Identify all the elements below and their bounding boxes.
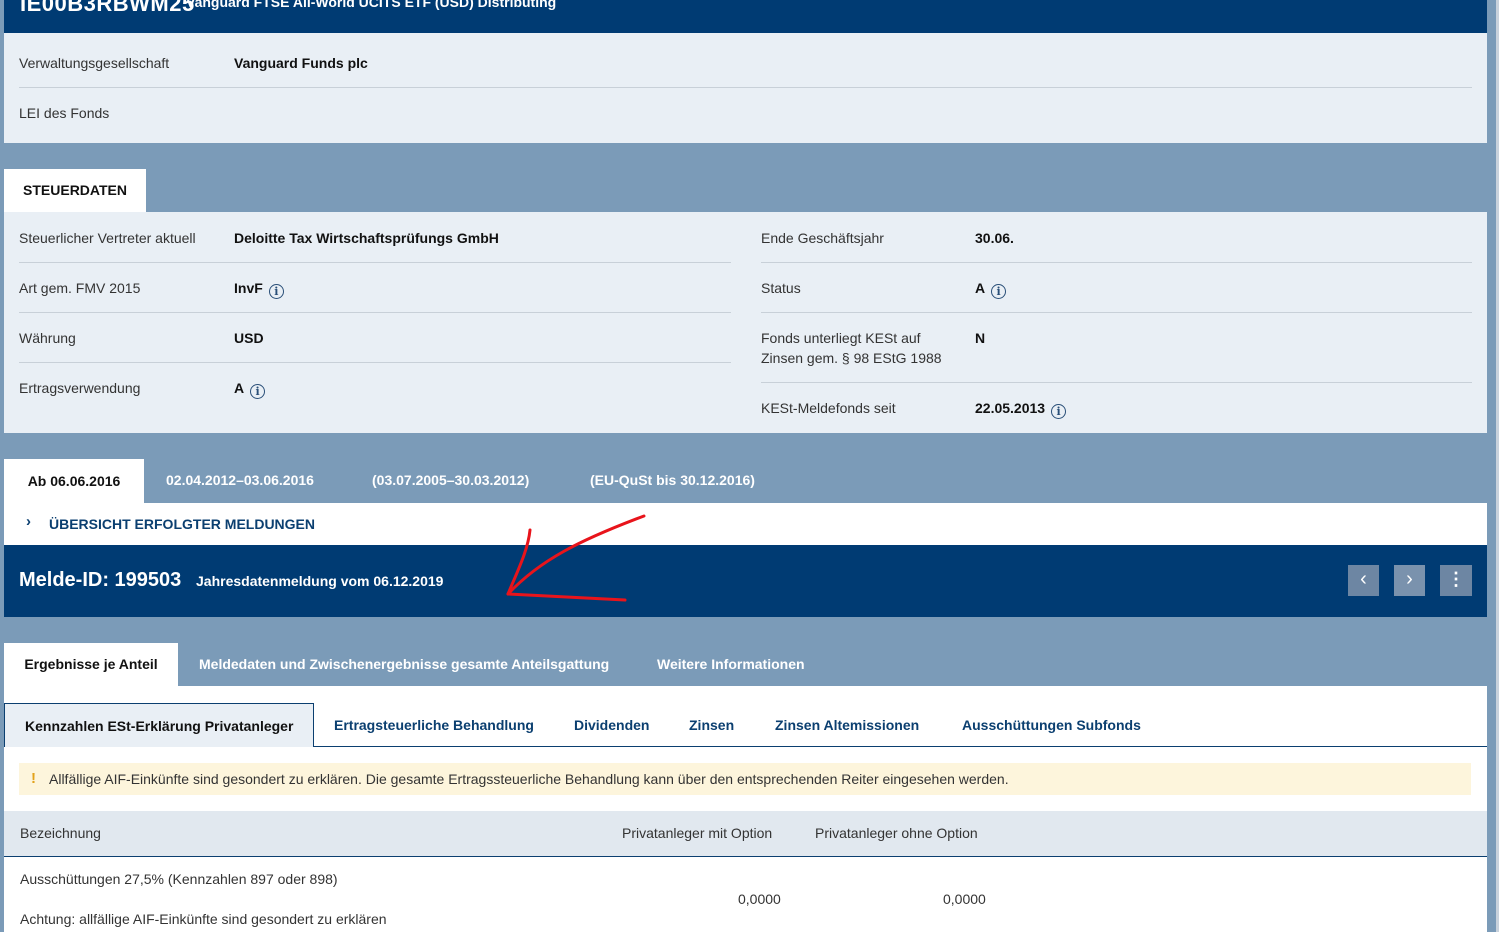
income-usage-field: Ai	[234, 378, 266, 399]
currency-value: USD	[234, 330, 264, 346]
chevron-right-icon: ›	[1406, 568, 1413, 590]
income-usage-value: A	[234, 380, 245, 396]
subtab-dividenden[interactable]: Dividenden	[574, 703, 649, 747]
kest-interest-value: N	[975, 330, 986, 346]
fiscal-year-end-label: Ende Geschäftsjahr	[761, 230, 884, 246]
kebab-menu-icon: ⋮	[1447, 569, 1465, 589]
aif-notice: ! Allfällige AIF-Einkünfte sind gesonder…	[19, 763, 1471, 795]
aif-notice-text: Allfällige AIF-Einkünfte sind gesondert …	[49, 771, 1009, 787]
subtab-zinsen-altemissionen[interactable]: Zinsen Altemissionen	[775, 703, 919, 747]
info-icon[interactable]: i	[1051, 404, 1067, 419]
tab-period-current[interactable]: Ab 06.06.2016	[4, 459, 144, 503]
subtab-ausschuettungen-subfonds[interactable]: Ausschüttungen Subfonds	[962, 703, 1141, 747]
kest-interest-label: Fonds unterliegt KESt auf	[761, 330, 921, 346]
annotation-arrow	[506, 514, 646, 602]
divider	[19, 262, 731, 263]
tax-rep-label: Steuerlicher Vertreter aktuell	[19, 230, 196, 246]
fund-name: Vanguard FTSE All-World UCITS ETF (USD) …	[186, 0, 557, 10]
col-header-without-option: Privatanleger ohne Option	[815, 825, 978, 841]
status-value: A	[975, 280, 986, 296]
row-value-without-option: 0,0000	[943, 891, 986, 907]
info-icon[interactable]: i	[991, 284, 1007, 299]
tab-period-eu-qust[interactable]: (EU-QuSt bis 30.12.2016)	[590, 472, 755, 488]
subtab-ertragsteuerliche-behandlung[interactable]: Ertragsteuerliche Behandlung	[334, 703, 534, 747]
fiscal-year-end-value: 30.06.	[975, 230, 1014, 246]
more-options-button[interactable]: ⋮	[1440, 565, 1472, 596]
subtab-zinsen[interactable]: Zinsen	[689, 703, 734, 747]
tab-period-2012-2016[interactable]: 02.04.2012–03.06.2016	[166, 472, 314, 488]
management-company-value: Vanguard Funds plc	[234, 55, 368, 71]
fund-type-label: Art gem. FMV 2015	[19, 280, 141, 296]
divider	[761, 312, 1472, 313]
table-header: Bezeichnung Privatanleger mit Option Pri…	[4, 811, 1487, 857]
row-label: Ausschüttungen 27,5% (Kennzahlen 897 ode…	[20, 871, 338, 887]
divider	[19, 87, 1472, 88]
general-info-panel: Verwaltungsgesellschaft Vanguard Funds p…	[4, 33, 1487, 143]
warning-icon: !	[31, 770, 36, 787]
row-value-with-option: 0,0000	[738, 891, 781, 907]
overview-link[interactable]: ÜBERSICHT ERFOLGTER MELDUNGEN	[49, 516, 315, 532]
currency-label: Währung	[19, 330, 76, 346]
col-header-bezeichnung: Bezeichnung	[20, 825, 101, 841]
subtab-kennzahlen[interactable]: Kennzahlen ESt-Erklärung Privatanleger	[4, 703, 315, 747]
fund-type-field: InvF i	[234, 278, 284, 299]
col-header-with-option: Privatanleger mit Option	[622, 825, 773, 841]
tax-rep-value: Deloitte Tax Wirtschaftsprüfungs GmbH	[234, 230, 499, 246]
fund-isin: IE00B3RBWM25	[20, 0, 195, 16]
chevron-right-icon: ›	[26, 513, 31, 530]
management-company-label: Verwaltungsgesellschaft	[19, 55, 170, 71]
income-usage-label: Ertragsverwendung	[19, 380, 141, 396]
tax-data-panel: Steuerlicher Vertreter aktuell Deloitte …	[4, 212, 1487, 433]
divider	[19, 362, 731, 363]
row-note: Achtung: allfällige AIF-Einkünfte sind g…	[20, 911, 387, 927]
report-header-bar: Melde-ID: 199503 Jahresdatenmeldung vom …	[4, 545, 1487, 617]
lei-label: LEI des Fonds	[19, 105, 110, 121]
kest-since-value: 22.05.2013	[975, 400, 1046, 416]
info-icon[interactable]: i	[250, 384, 266, 399]
fund-type-value: InvF	[234, 280, 263, 296]
tab-period-2005-2012[interactable]: (03.07.2005–30.03.2012)	[372, 472, 529, 488]
fund-header-bar: IE00B3RBWM25 Vanguard FTSE All-World UCI…	[4, 0, 1487, 33]
report-id: Melde-ID: 199503	[19, 569, 182, 591]
results-table-area: ! Allfällige AIF-Einkünfte sind gesonder…	[4, 747, 1487, 932]
tab-steuerdaten[interactable]: STEUERDATEN	[4, 169, 146, 212]
kest-since-field: 22.05.2013 i	[975, 398, 1067, 419]
kest-since-label: KESt-Meldefonds seit	[761, 400, 896, 416]
tab-meldedaten-gesamt[interactable]: Meldedaten und Zwischenergebnisse gesamt…	[199, 656, 609, 672]
overview-row[interactable]: › ÜBERSICHT ERFOLGTER MELDUNGEN	[4, 503, 1487, 545]
divider	[761, 382, 1472, 383]
chevron-left-icon: ‹	[1360, 568, 1367, 590]
next-report-button[interactable]: ›	[1394, 565, 1425, 596]
prev-report-button[interactable]: ‹	[1348, 565, 1379, 596]
kest-interest-label-line2: Zinsen gem. § 98 EStG 1988	[761, 350, 942, 366]
status-label: Status	[761, 280, 801, 296]
info-icon[interactable]: i	[268, 284, 284, 299]
report-subtitle: Jahresdatenmeldung vom 06.12.2019	[196, 573, 444, 589]
tab-weitere-informationen[interactable]: Weitere Informationen	[657, 656, 805, 672]
status-field: Ai	[975, 278, 1007, 299]
tab-ergebnisse-je-anteil[interactable]: Ergebnisse je Anteil	[4, 643, 178, 686]
sub-tab-bar: Kennzahlen ESt-Erklärung Privatanleger E…	[4, 686, 1487, 747]
divider	[19, 312, 731, 313]
divider	[761, 262, 1472, 263]
